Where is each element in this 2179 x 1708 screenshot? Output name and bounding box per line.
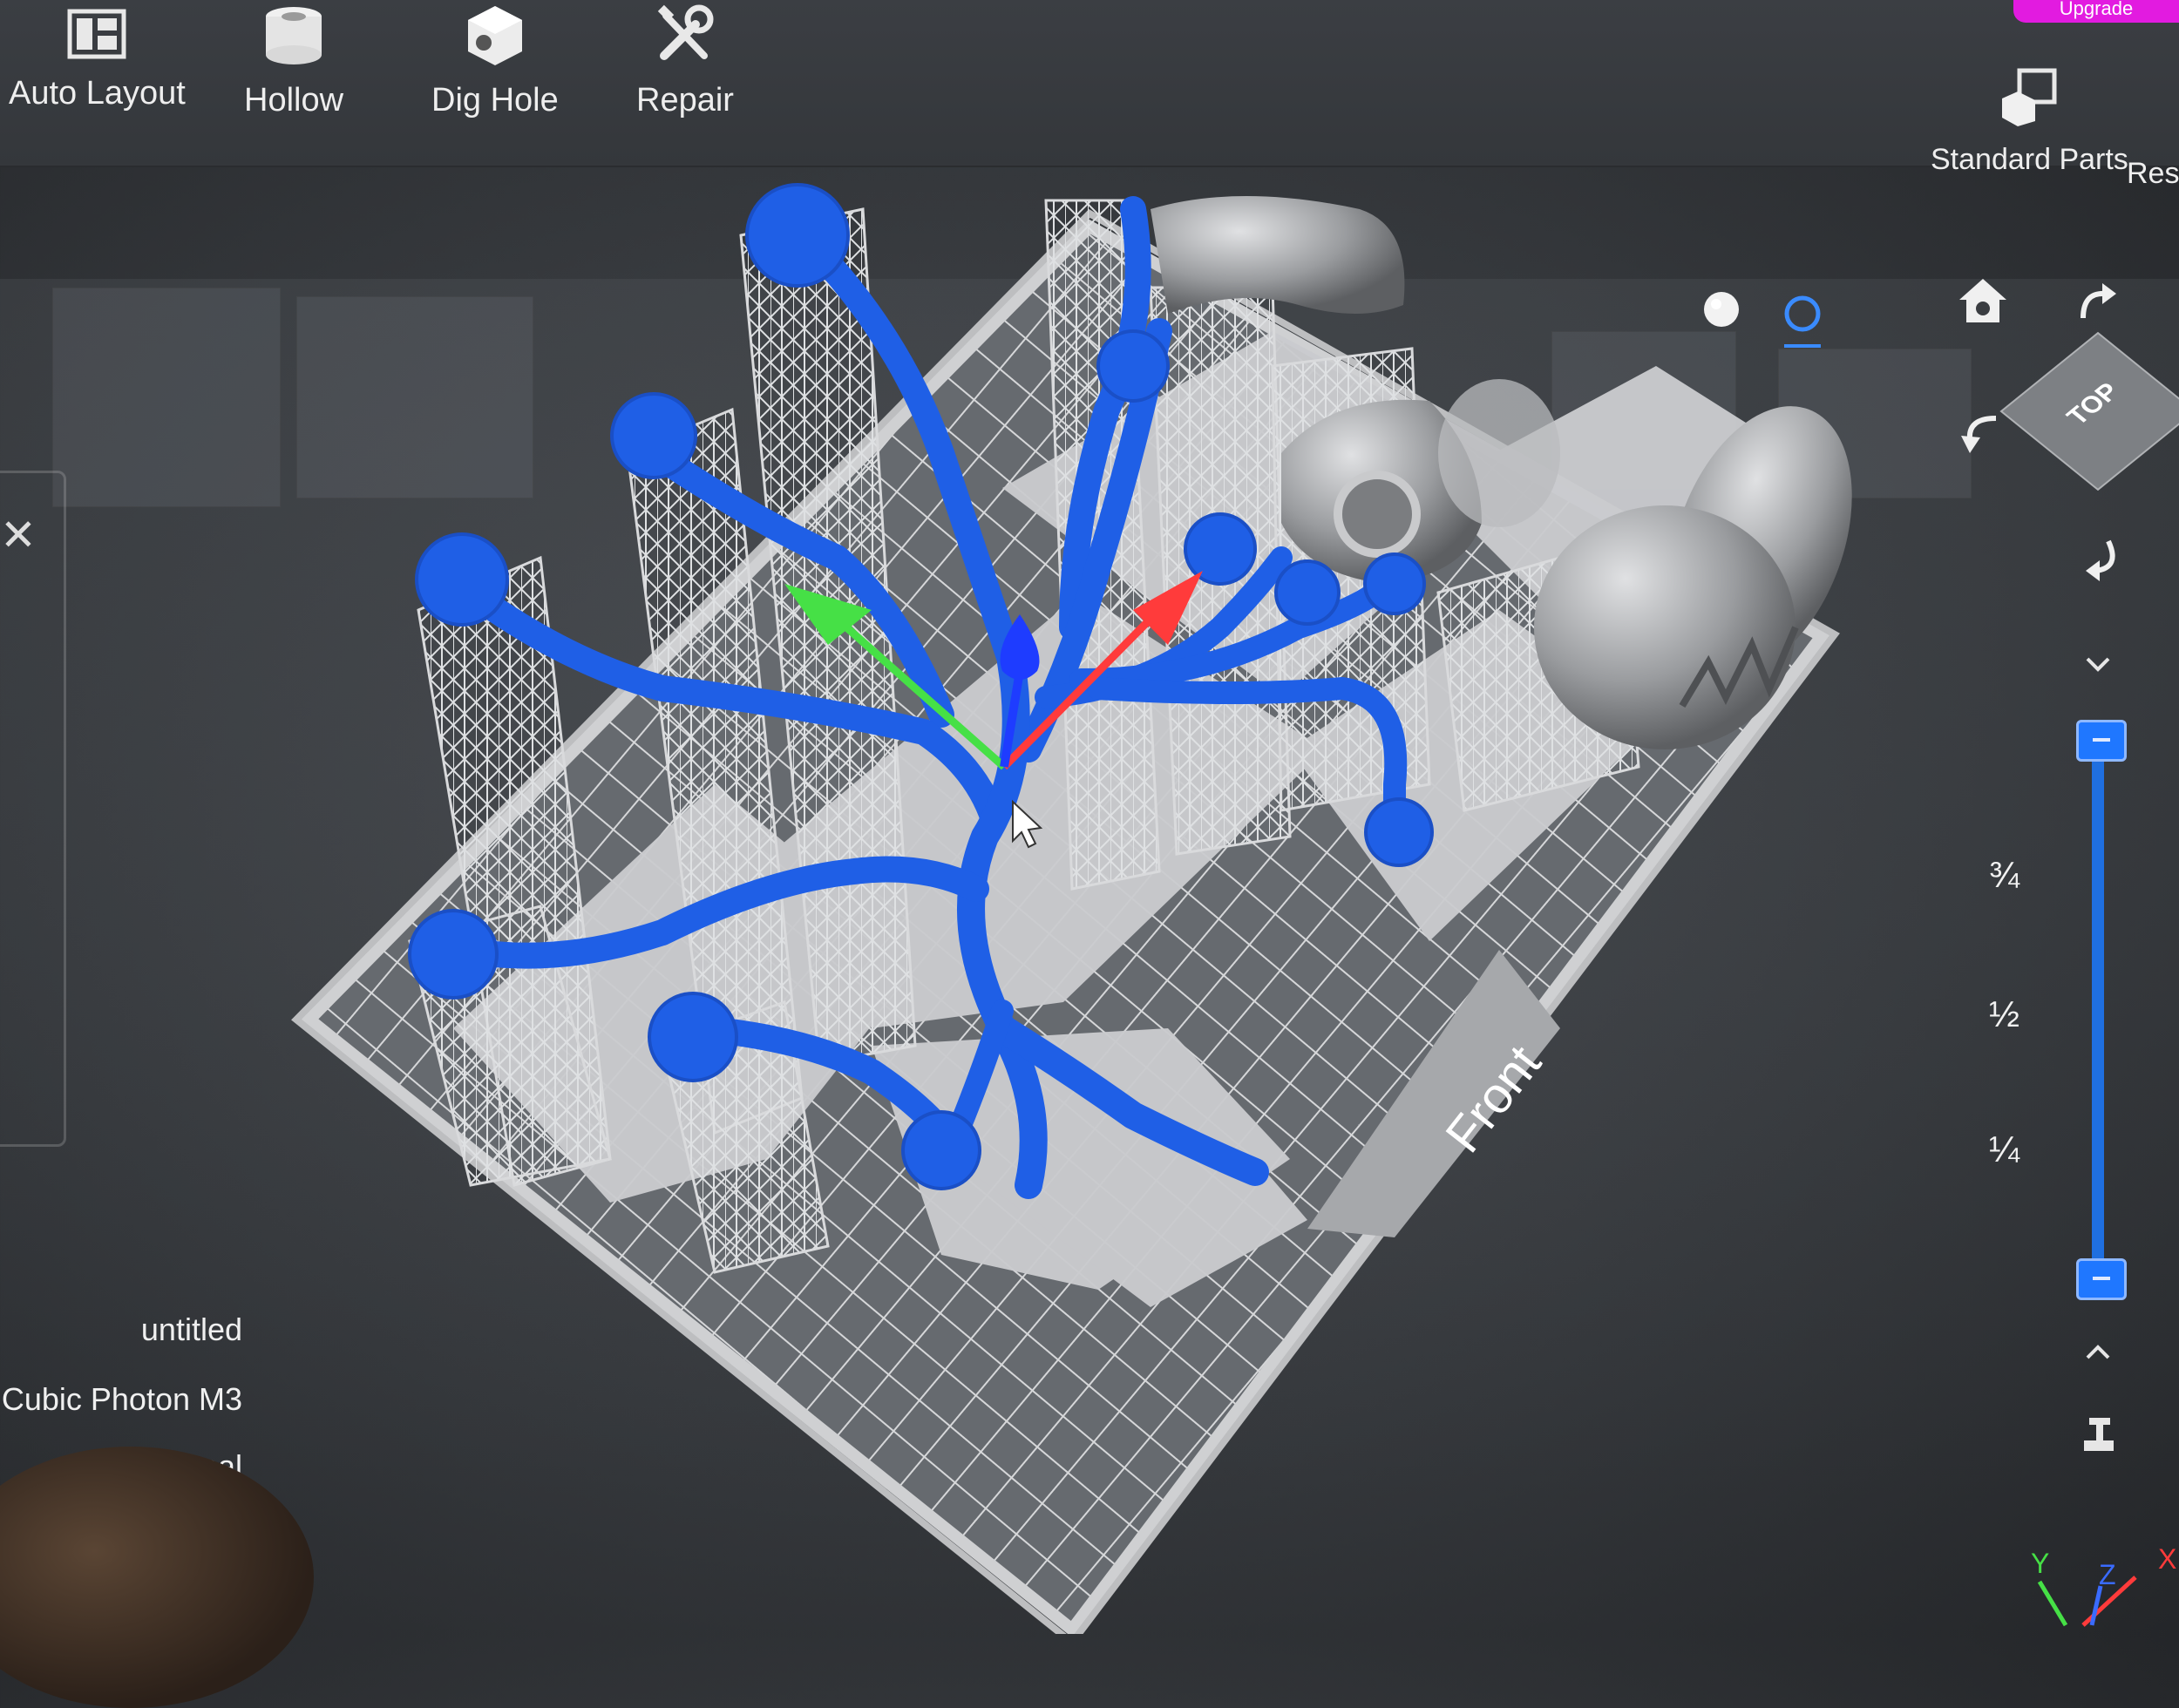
hollow-button[interactable]: Hollow	[244, 0, 343, 119]
layer-slider-track[interactable]	[2092, 732, 2104, 1290]
slider-mark-three-quarters: ¾	[1989, 854, 2020, 895]
rotate-left-icon	[1961, 416, 1997, 453]
repair-icon	[650, 0, 720, 70]
rotate-view-down-button[interactable]	[2073, 532, 2125, 584]
wireframe-shading-icon	[1784, 295, 1821, 348]
view-cube-top-label: TOP	[2060, 378, 2126, 430]
repair-label: Repair	[636, 82, 734, 119]
close-icon[interactable]: ✕	[0, 510, 37, 560]
auto-layout-label: Auto Layout	[9, 75, 186, 112]
rotate-view-up-button[interactable]	[2070, 279, 2122, 331]
auto-layout-button[interactable]: Auto Layout	[9, 0, 186, 112]
left-side-panel	[0, 471, 66, 1147]
auto-layout-icon	[62, 0, 132, 70]
solid-shading-icon	[1704, 292, 1739, 327]
slider-expand-button[interactable]	[2079, 1333, 2117, 1372]
rotate-arrow-icon	[2081, 283, 2116, 319]
standard-parts-button[interactable]: Standard Parts	[1931, 61, 2128, 177]
chevron-down-icon	[2086, 657, 2110, 672]
dig-hole-icon	[460, 0, 530, 70]
repair-button[interactable]: Repair	[636, 0, 734, 119]
hollow-label: Hollow	[244, 82, 344, 119]
layer-slider-top-handle[interactable]	[2076, 720, 2127, 762]
dig-hole-button[interactable]: Dig Hole	[431, 0, 559, 119]
support-settings-button[interactable]	[2074, 1412, 2123, 1461]
home-view-button[interactable]	[1957, 274, 2009, 327]
chevron-up-icon	[2086, 1345, 2110, 1359]
dig-hole-label: Dig Hole	[431, 82, 559, 119]
solid-shading-button[interactable]	[1700, 288, 1743, 331]
upgrade-button[interactable]: Upgrade	[2013, 0, 2179, 23]
rotate-down-icon	[2086, 539, 2115, 581]
axis-y-label: Y	[2031, 1548, 2049, 1579]
slider-mark-quarter: ¼	[1989, 1128, 2020, 1169]
axis-z-label: Z	[2099, 1559, 2116, 1590]
top-toolbar: Upgrade Auto Layout Hollow Dig Hole Repa…	[0, 0, 2179, 190]
support-tool-icon	[2084, 1418, 2114, 1451]
wireframe-shading-button[interactable]	[1778, 288, 1827, 357]
axis-x-label: X	[2158, 1543, 2176, 1575]
3d-viewport[interactable]: Front	[0, 166, 2179, 1634]
project-name: untitled	[140, 1312, 242, 1347]
printer-name: Cubic Photon M3	[1, 1381, 242, 1417]
axis-triad: Y Z X	[2031, 1543, 2176, 1627]
slider-collapse-button[interactable]	[2079, 645, 2117, 683]
layer-slider-bottom-handle[interactable]	[2076, 1258, 2127, 1300]
home-icon	[1959, 279, 2006, 322]
slider-mark-half: ½	[1989, 993, 2020, 1034]
hollow-icon	[259, 0, 329, 70]
standard-parts-icon	[1994, 61, 2064, 131]
